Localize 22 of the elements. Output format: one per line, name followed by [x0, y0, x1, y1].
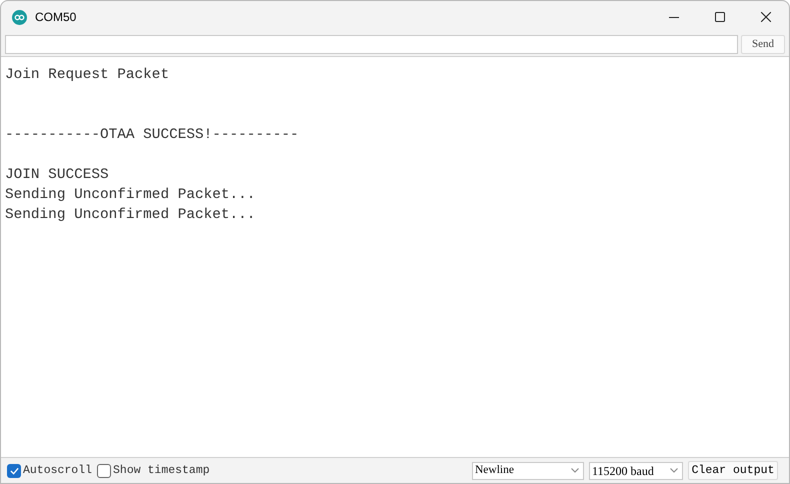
output-line: Sending Unconfirmed Packet... [5, 186, 256, 205]
window-title: COM50 [35, 9, 76, 26]
app-logo-icon [12, 10, 27, 24]
close-icon [761, 12, 771, 22]
line-ending-dropdown[interactable]: Newline [472, 462, 584, 480]
checkbox-label: Autoscroll [23, 462, 92, 479]
output-line: Sending Unconfirmed Packet... [5, 206, 256, 225]
output-line: JOIN SUCCESS [5, 166, 109, 185]
checkbox-label: Show timestamp [113, 462, 210, 479]
output-line: -----------OTAA SUCCESS!---------- [5, 126, 299, 145]
checkbox[interactable] [97, 464, 112, 478]
chevron-down-icon [571, 468, 579, 473]
clear-output-button[interactable]: Clear output [688, 461, 778, 480]
send-button[interactable]: Send [741, 35, 785, 54]
baud-rate-dropdown[interactable]: 115200 baud [589, 462, 683, 480]
output-line: Join Request Packet [5, 66, 170, 85]
maximize-icon [715, 12, 725, 22]
checkmark-icon [10, 466, 18, 474]
minimize-icon [669, 16, 679, 18]
checkbox[interactable] [7, 464, 21, 478]
message-input-field[interactable] [5, 35, 738, 54]
chevron-down-icon [670, 468, 678, 473]
